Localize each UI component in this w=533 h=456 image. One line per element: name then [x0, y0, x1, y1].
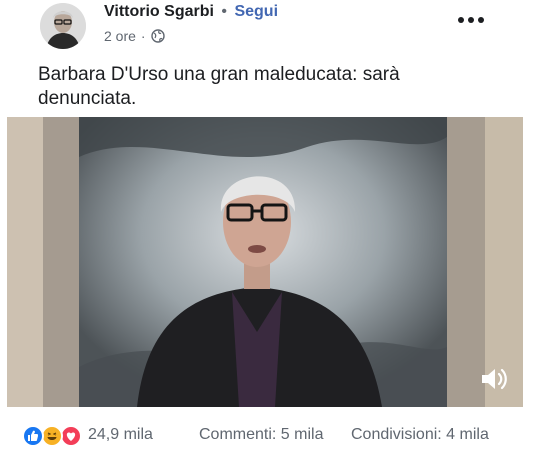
- shares-count[interactable]: Condivisioni: 4 mila: [351, 426, 489, 444]
- more-options-icon[interactable]: [458, 14, 484, 26]
- follow-button[interactable]: Segui: [234, 3, 278, 20]
- video-frame: [7, 117, 523, 407]
- post-header: Vittorio Sgarbi • Segui 2 ore ·: [0, 0, 533, 60]
- meta-separator: ·: [140, 28, 146, 44]
- more-dot: [468, 17, 474, 23]
- more-dot: [478, 17, 484, 23]
- author-name[interactable]: Vittorio Sgarbi: [104, 3, 214, 20]
- volume-icon[interactable]: [479, 365, 509, 393]
- like-icon: [22, 425, 44, 447]
- globe-icon: [150, 29, 165, 43]
- post-time[interactable]: 2 ore: [104, 28, 136, 44]
- post-text: Barbara D'Urso una gran maleducata: sarà…: [38, 64, 400, 109]
- avatar-image: [40, 3, 86, 49]
- haha-icon: [41, 425, 63, 447]
- more-dot: [458, 17, 464, 23]
- video-player[interactable]: [7, 117, 523, 407]
- reaction-count[interactable]: 24,9 mila: [88, 426, 153, 444]
- love-icon: [60, 425, 82, 447]
- avatar[interactable]: [40, 3, 86, 49]
- post-meta: 2 ore ·: [104, 28, 165, 44]
- post-footer: 24,9 mila Commenti: 5 mila Condivisioni:…: [0, 422, 533, 450]
- comments-count[interactable]: Commenti: 5 mila: [199, 426, 323, 444]
- author-line: Vittorio Sgarbi • Segui: [104, 3, 278, 21]
- reactions-summary[interactable]: [22, 425, 82, 447]
- separator: •: [221, 3, 227, 20]
